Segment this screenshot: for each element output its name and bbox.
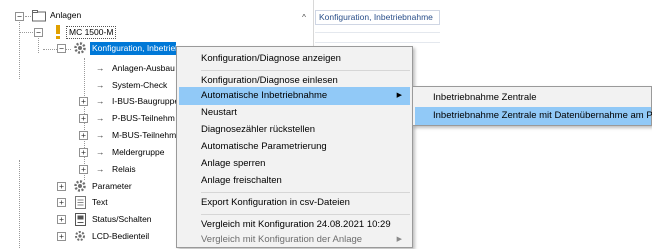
column-header[interactable]: Konfiguration, Inbetriebnahme	[315, 10, 440, 25]
expand-toggle[interactable]: +	[57, 232, 66, 241]
arrow-icon: →	[96, 80, 105, 90]
collapse-toggle[interactable]: −	[15, 12, 24, 21]
menu-item-auto-parametrize[interactable]: Automatische Parametrierung	[179, 138, 410, 156]
arrow-icon: →	[96, 164, 105, 174]
tree-node-system-check[interactable]: System-Check	[110, 79, 169, 92]
tree-node-relais[interactable]: Relais	[110, 163, 138, 176]
menu-item-label: Automatische Parametrierung	[201, 141, 327, 152]
scroll-up-arrow-icon[interactable]: ^	[299, 13, 309, 23]
gear-icon	[73, 41, 87, 55]
tree-node-anlagen-ausbau[interactable]: Anlagen-Ausbau	[110, 62, 177, 75]
gear-icon	[73, 229, 87, 243]
collapse-toggle[interactable]: −	[57, 44, 66, 53]
switch-icon	[73, 212, 87, 226]
expand-toggle[interactable]: +	[57, 198, 66, 207]
arrow-icon: →	[96, 96, 105, 106]
expand-toggle[interactable]: +	[79, 148, 88, 157]
document-icon	[73, 195, 87, 209]
warning-marker-icon	[51, 25, 65, 39]
tree-connector	[38, 35, 39, 53]
tree-node-text[interactable]: Text	[90, 196, 110, 209]
expand-toggle[interactable]: +	[79, 97, 88, 106]
arrow-icon: →	[96, 63, 105, 73]
arrow-icon: →	[96, 147, 105, 157]
tree-node-konfiguration[interactable]: Konfiguration, Inbetrieb	[90, 42, 176, 55]
tree-connector	[25, 16, 31, 17]
menu-item-label: Anlage freischalten	[201, 175, 282, 186]
submenu-item-commission-panel-pc[interactable]: Inbetriebnahme Zentrale mit Datenübernah…	[415, 107, 652, 125]
menu-item-restart[interactable]: Neustart	[179, 104, 410, 122]
menu-separator	[201, 192, 410, 193]
menu-separator	[201, 214, 410, 215]
menu-item-label: Inbetriebnahme Zentrale	[433, 92, 537, 103]
tree-node-lcd-bedienteil[interactable]: LCD-Bedienteil	[90, 230, 151, 243]
tree-node-anlagen[interactable]: Anlagen	[48, 9, 83, 22]
expand-toggle[interactable]: +	[57, 182, 66, 191]
menu-item-label: Export Konfiguration in csv-Dateien	[201, 197, 350, 208]
menu-separator	[201, 70, 410, 71]
collapse-toggle[interactable]: −	[34, 28, 43, 37]
menu-item-unlock-system[interactable]: Anlage freischalten	[179, 172, 410, 190]
grid-line	[315, 32, 440, 33]
submenu-item-commission-panel[interactable]: Inbetriebnahme Zentrale	[415, 89, 651, 107]
tree-node-ibus[interactable]: I-BUS-Baugruppe	[110, 95, 181, 108]
tree-node-mc1500[interactable]: MC 1500-M	[66, 26, 117, 39]
tree-node-pbus[interactable]: P-BUS-Teilnehm	[110, 112, 177, 125]
tree-node-mbus[interactable]: M-BUS-Teilnehm	[110, 129, 178, 142]
menu-item-label: Vergleich mit Konfiguration 24.08.2021 1…	[201, 219, 391, 230]
tree-node-meldergruppe[interactable]: Meldergruppe	[110, 146, 166, 159]
tree-node-parameter[interactable]: Parameter	[90, 180, 134, 193]
menu-item-label: Konfiguration/Diagnose anzeigen	[201, 53, 341, 64]
submenu-arrow-icon: ▶	[396, 236, 402, 243]
context-menu: Konfiguration/Diagnose anzeigen Konfigur…	[176, 46, 413, 248]
tree-connector	[19, 160, 20, 248]
arrow-icon: →	[96, 130, 105, 140]
expand-toggle[interactable]: +	[79, 114, 88, 123]
menu-item-auto-commissioning[interactable]: Automatische Inbetriebnahme ▶	[179, 87, 410, 105]
grid-line	[315, 42, 440, 43]
menu-item-show-config[interactable]: Konfiguration/Diagnose anzeigen	[179, 50, 410, 68]
gear-icon	[73, 179, 87, 193]
menu-item-label: Konfiguration/Diagnose einlesen	[201, 75, 338, 86]
tree-connector	[19, 19, 20, 79]
menu-item-label: Vergleich mit Konfiguration der Anlage	[201, 234, 363, 245]
menu-item-label: Anlage sperren	[201, 158, 266, 169]
menu-item-compare-config-system[interactable]: Vergleich mit Konfiguration der Anlage ▶	[179, 231, 410, 249]
expand-toggle[interactable]: +	[79, 165, 88, 174]
menu-item-lock-system[interactable]: Anlage sperren	[179, 155, 410, 173]
menu-item-label: Automatische Inbetriebnahme	[201, 90, 328, 101]
menu-item-reset-counters[interactable]: Diagnosezähler rückstellen	[179, 121, 410, 139]
menu-item-label: Diagnosezähler rückstellen	[201, 124, 316, 135]
arrow-icon: →	[96, 113, 105, 123]
folder-icon	[32, 9, 46, 23]
submenu-arrow-icon: ▶	[396, 92, 402, 99]
expand-toggle[interactable]: +	[57, 215, 66, 224]
menu-item-label: Inbetriebnahme Zentrale mit Datenübernah…	[433, 110, 652, 121]
tree-node-status-schalten[interactable]: Status/Schalten	[90, 213, 154, 226]
menu-item-label: Neustart	[201, 107, 237, 118]
submenu-auto-commissioning: Inbetriebnahme Zentrale Inbetriebnahme Z…	[412, 86, 652, 126]
expand-toggle[interactable]: +	[79, 131, 88, 140]
menu-item-export-csv[interactable]: Export Konfiguration in csv-Dateien	[179, 194, 410, 212]
